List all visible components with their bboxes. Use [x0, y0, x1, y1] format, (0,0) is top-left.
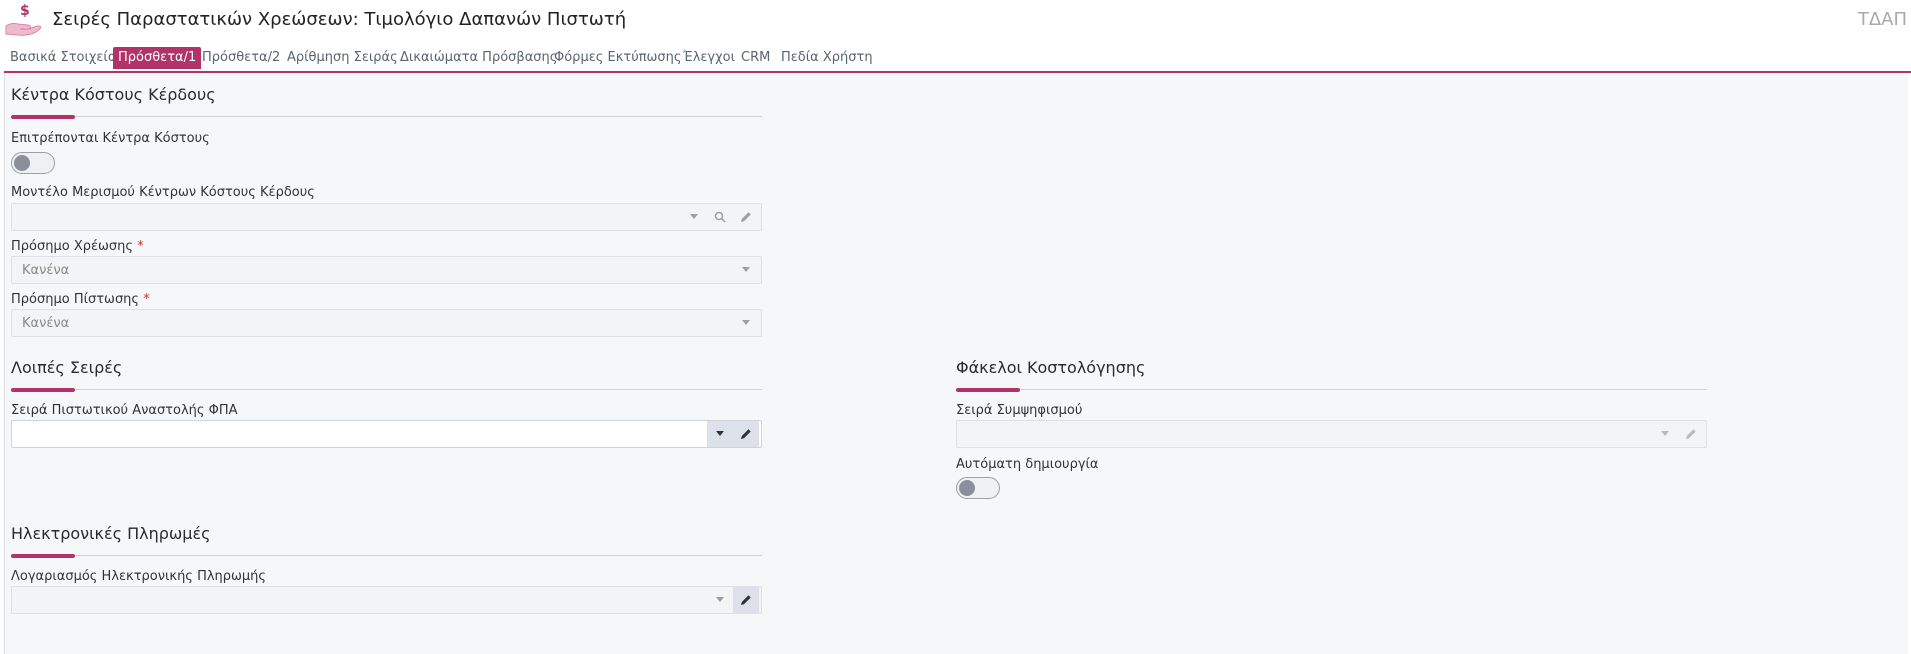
credit-sign-label-text: Πρόσημο Πίστωσης — [11, 292, 140, 307]
vat-credit-series-label: Σειρά Πιστωτικού Αναστολής ΦΠΑ — [11, 403, 238, 418]
tab-extra-1[interactable]: Πρόσθετα/1 — [113, 47, 202, 69]
offset-series-label: Σειρά Συμψηφισμού — [956, 403, 1083, 418]
epay-accent — [11, 554, 75, 558]
caret-down-icon — [742, 320, 750, 325]
credit-sign-label: Πρόσημο Πίστωσης * — [11, 292, 150, 307]
allow-cost-centers-label: Επιτρέπονται Κέντρα Κόστους — [11, 131, 210, 146]
required-mark: * — [137, 239, 144, 254]
search-icon — [714, 211, 726, 223]
costing-folders-accent — [956, 388, 1020, 392]
allocation-model-field[interactable] — [11, 203, 762, 231]
tab-user-fields[interactable]: Πεδία Χρήστη — [776, 47, 878, 69]
other-series-accent — [11, 388, 75, 392]
tab-bar: Βασικά Στοιχεία Πρόσθετα/1 Πρόσθετα/2 Αρ… — [0, 45, 1911, 71]
vat-credit-series-field[interactable] — [11, 420, 762, 448]
offset-series-field[interactable] — [956, 420, 1707, 448]
pencil-icon — [741, 212, 751, 222]
allocation-model-search[interactable] — [707, 204, 733, 230]
money-hand-icon: $ — [5, 3, 42, 36]
allocation-model-dropdown[interactable] — [681, 204, 707, 230]
credit-sign-dropdown[interactable] — [733, 310, 759, 336]
offset-series-edit[interactable] — [1678, 421, 1704, 447]
tab-basic-info[interactable]: Βασικά Στοιχεία — [5, 47, 121, 69]
vat-credit-series-edit[interactable] — [733, 421, 759, 447]
pencil-icon — [741, 595, 751, 605]
pencil-icon — [1686, 429, 1696, 439]
allocation-model-label: Μοντέλο Μερισμού Κέντρων Κόστους Κέρδους — [11, 185, 315, 200]
auto-create-toggle[interactable] — [956, 477, 1000, 499]
allocation-model-edit[interactable] — [733, 204, 759, 230]
offset-series-dropdown[interactable] — [1652, 421, 1678, 447]
cost-centers-title: Κέντρα Κόστους Κέρδους — [11, 85, 216, 104]
caret-down-icon — [742, 267, 750, 272]
other-series-title: Λοιπές Σειρές — [11, 358, 123, 377]
costing-folders-title: Φάκελοι Κοστολόγησης — [956, 358, 1146, 377]
costing-folders-rule — [956, 389, 1707, 390]
epay-rule — [11, 555, 762, 556]
epay-title: Ηλεκτρονικές Πληρωμές — [11, 524, 211, 543]
epay-account-dropdown[interactable] — [707, 587, 733, 613]
epay-account-label: Λογαριασμός Ηλεκτρονικής Πληρωμής — [11, 569, 267, 584]
tab-crm[interactable]: CRM — [736, 47, 775, 69]
series-abbreviation: ΤΔΑΠ — [1857, 9, 1907, 30]
epay-account-edit[interactable] — [733, 587, 759, 613]
window-header: $ Σειρές Παραστατικών Χρεώσεων: Τιμολόγι… — [0, 0, 1911, 44]
required-mark: * — [143, 292, 150, 307]
tab-series-numbering[interactable]: Αρίθμηση Σειράς — [282, 47, 403, 69]
credit-sign-select[interactable]: Κανένα — [11, 309, 762, 337]
pencil-icon — [741, 429, 751, 439]
tab-print-forms[interactable]: Φόρμες Εκτύπωσης — [549, 47, 687, 69]
debit-sign-label: Πρόσημο Χρέωσης * — [11, 239, 144, 254]
debit-sign-label-text: Πρόσημο Χρέωσης — [11, 239, 133, 254]
caret-down-icon — [716, 431, 724, 436]
tab-checks[interactable]: Έλεγχοι — [678, 47, 740, 69]
toggle-knob — [959, 480, 975, 496]
toggle-knob — [14, 155, 30, 171]
cost-centers-rule — [11, 116, 762, 117]
epay-account-field[interactable] — [11, 586, 762, 614]
allow-cost-centers-toggle[interactable] — [11, 152, 55, 174]
debit-sign-value: Κανένα — [22, 263, 70, 278]
cost-centers-accent — [11, 115, 75, 119]
svg-text:$: $ — [20, 3, 30, 19]
debit-sign-select[interactable]: Κανένα — [11, 256, 762, 284]
tab-access-rights[interactable]: Δικαιώματα Πρόσβασης — [395, 47, 562, 69]
caret-down-icon — [1661, 431, 1669, 436]
page-title: Σειρές Παραστατικών Χρεώσεων: Τιμολόγιο … — [52, 9, 627, 30]
other-series-rule — [11, 389, 762, 390]
vat-credit-series-dropdown[interactable] — [707, 421, 733, 447]
caret-down-icon — [690, 214, 698, 219]
caret-down-icon — [716, 597, 724, 602]
debit-sign-dropdown[interactable] — [733, 257, 759, 283]
credit-sign-value: Κανένα — [22, 316, 70, 331]
auto-create-label: Αυτόματη δημιουργία — [956, 457, 1099, 472]
tab-extra-2[interactable]: Πρόσθετα/2 — [197, 47, 285, 69]
